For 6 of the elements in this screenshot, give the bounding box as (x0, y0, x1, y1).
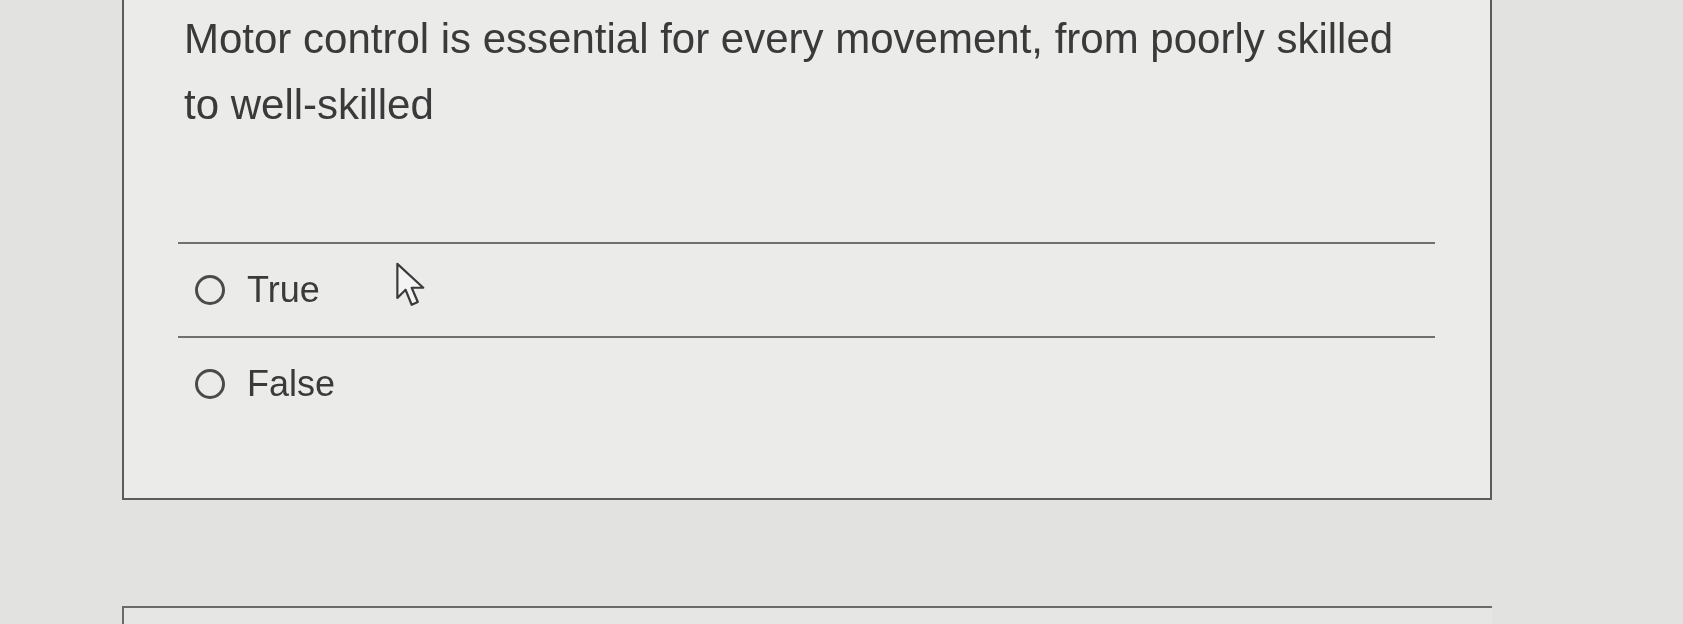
radio-button[interactable] (195, 275, 225, 305)
answer-option-label[interactable]: True (247, 268, 320, 312)
radio-button[interactable] (195, 369, 225, 399)
mouse-pointer-icon (396, 262, 426, 308)
answer-option-label[interactable]: False (247, 362, 336, 406)
question-text: Motor control is essential for every movement, from poorly skilled to well-skilled (184, 14, 1395, 130)
